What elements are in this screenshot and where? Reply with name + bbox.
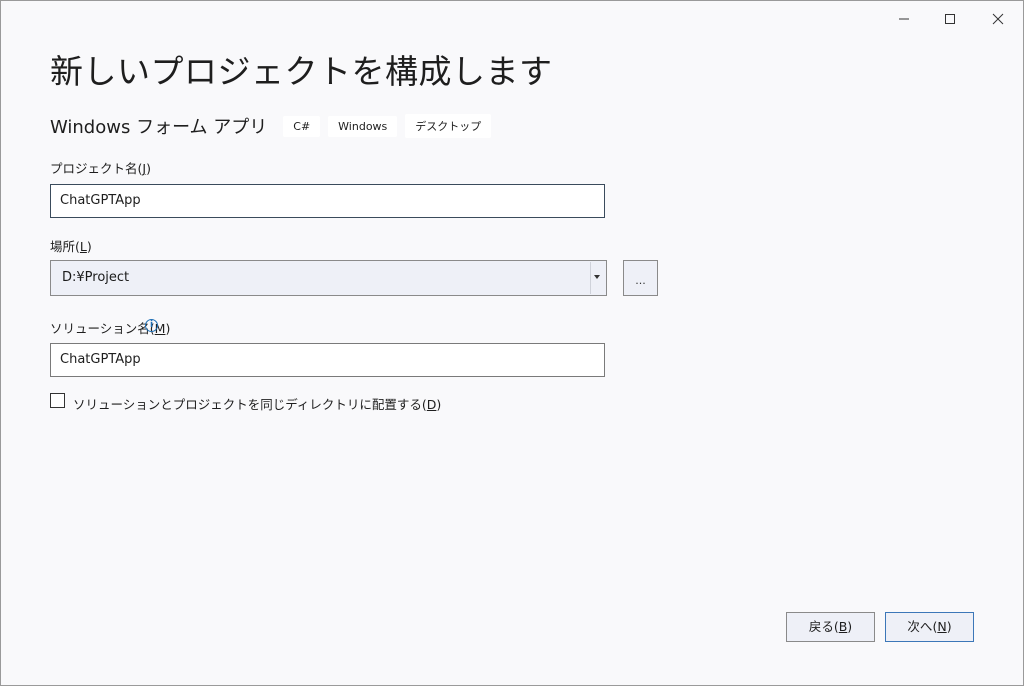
tag-language: C# bbox=[283, 115, 321, 137]
location-combobox[interactable]: D:¥Project bbox=[50, 260, 607, 296]
template-name: Windows フォーム アプリ bbox=[50, 117, 268, 138]
minimize-icon bbox=[899, 18, 909, 20]
minimize-button[interactable] bbox=[881, 7, 927, 31]
combo-divider bbox=[590, 262, 591, 294]
info-icon[interactable]: i bbox=[145, 319, 158, 332]
browse-button[interactable]: ... bbox=[623, 260, 658, 296]
same-directory-label[interactable]: ソリューションとプロジェクトを同じディレクトリに配置する(D) bbox=[73, 394, 441, 413]
tag-project-type: デスクトップ bbox=[405, 114, 492, 138]
maximize-icon bbox=[945, 14, 955, 24]
same-directory-checkbox[interactable] bbox=[50, 393, 65, 408]
close-button[interactable] bbox=[975, 7, 1021, 31]
tag-platform: Windows bbox=[328, 115, 398, 137]
project-name-label: プロジェクト名(J) bbox=[50, 161, 151, 176]
solution-name-input[interactable]: ChatGPTApp bbox=[50, 343, 605, 377]
project-name-input[interactable]: ChatGPTApp bbox=[50, 184, 605, 218]
chevron-down-icon[interactable] bbox=[594, 275, 600, 279]
close-icon bbox=[992, 13, 1004, 25]
location-value: D:¥Project bbox=[62, 270, 130, 285]
maximize-button[interactable] bbox=[927, 7, 973, 31]
page-title: 新しいプロジェクトを構成します bbox=[50, 52, 553, 91]
template-info: Windows フォーム アプリ C# Windows デスクトップ bbox=[50, 113, 499, 139]
next-button[interactable]: 次へ(N) bbox=[885, 612, 974, 642]
configure-project-dialog: 新しいプロジェクトを構成します Windows フォーム アプリ C# Wind… bbox=[0, 0, 1024, 686]
back-button[interactable]: 戻る(B) bbox=[786, 612, 875, 642]
location-label: 場所(L) bbox=[50, 239, 92, 254]
